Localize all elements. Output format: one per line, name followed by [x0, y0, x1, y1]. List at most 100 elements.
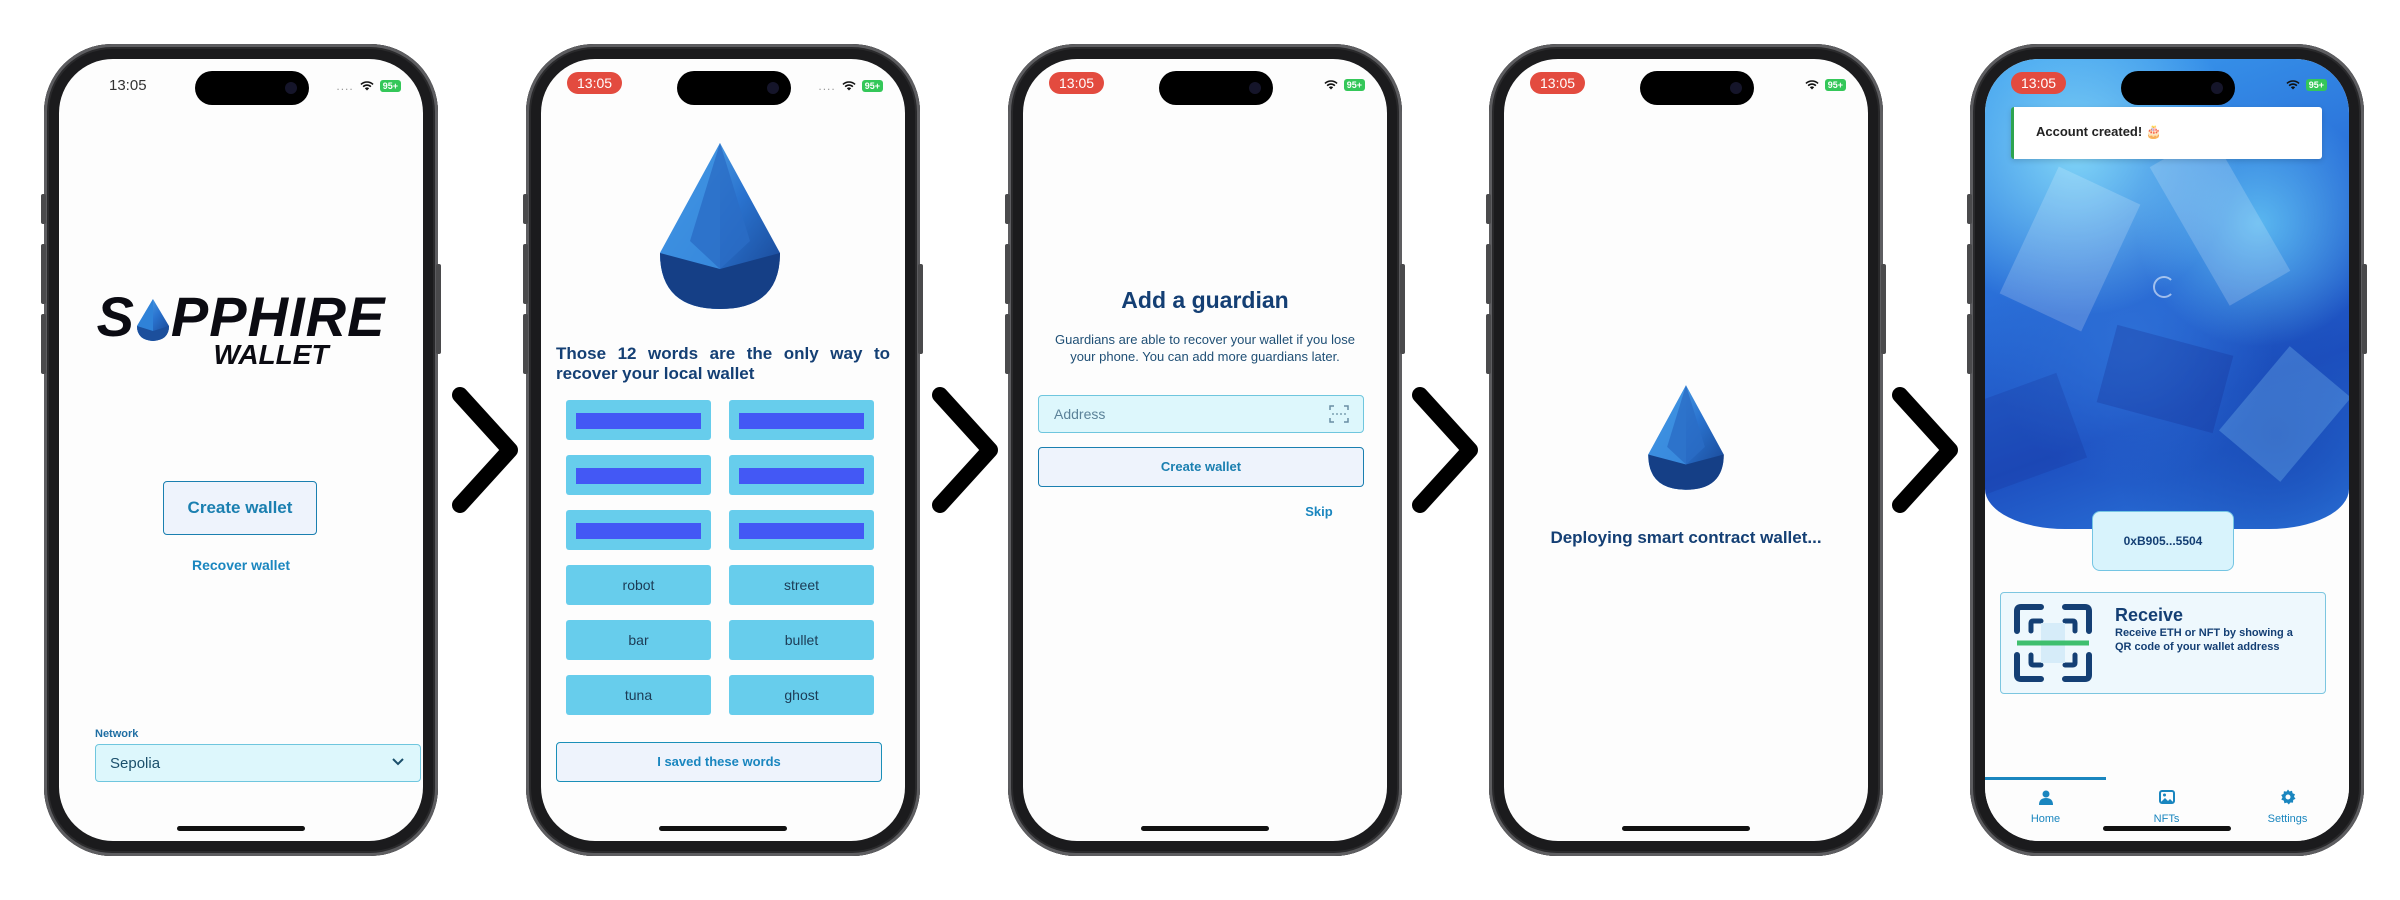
network-select[interactable]: Sepolia	[95, 744, 421, 782]
phone-home: 13:05 95+ Account created! 🎂 0xB905...55…	[1967, 44, 2367, 856]
word-cell-hidden	[566, 455, 711, 495]
hidden-word-mask	[576, 413, 701, 429]
tab-nfts-label: NFTs	[2153, 813, 2180, 825]
create-wallet-button[interactable]: Create wallet	[163, 481, 317, 535]
gear-icon	[2280, 789, 2295, 805]
dynamic-island	[677, 71, 791, 105]
dynamic-island	[195, 71, 309, 105]
tab-home-label: Home	[2030, 813, 2061, 825]
toast-message: Account created! 🎂	[2036, 124, 2162, 139]
user-icon	[2038, 790, 2053, 805]
wifi-icon	[842, 81, 856, 91]
phone-add-guardian: 13:05 95+ Add a guardian Guardians are a…	[1005, 44, 1405, 856]
wifi-icon	[1324, 80, 1338, 90]
wifi-icon	[2286, 80, 2300, 90]
deploying-status: Deploying smart contract wallet...	[1550, 528, 1822, 547]
app-logo: S PPHIRE WALLET	[59, 284, 423, 371]
word-cell: tuna	[566, 675, 711, 715]
chevron-right-icon	[1892, 387, 1958, 513]
image-icon	[2158, 790, 2175, 804]
sapphire-drop-icon	[1648, 385, 1724, 490]
wifi-icon	[1805, 80, 1819, 90]
screen-deploying: 13:05 95+ Deploying smart contract walle…	[1504, 59, 1868, 841]
page-title: Add a guardian	[1121, 287, 1289, 313]
home-indicator	[1141, 826, 1269, 831]
status-time: 13:05	[1530, 72, 1586, 94]
hidden-word-mask	[576, 523, 701, 539]
hidden-word-mask	[739, 413, 864, 429]
tab-settings-label: Settings	[2267, 813, 2308, 825]
active-tab-indicator	[1985, 777, 2106, 780]
status-indicators: .... 95+	[818, 79, 883, 93]
chevron-right-icon	[452, 387, 518, 513]
screen-add-guardian: 13:05 95+ Add a guardian Guardians are a…	[1023, 59, 1387, 841]
hidden-word-mask	[739, 468, 864, 484]
word-cell: robot	[566, 565, 711, 605]
wifi-icon	[360, 81, 374, 91]
bottom-tab-bar: Home NFTs Settings	[1985, 777, 2349, 841]
network-value: Sepolia	[110, 755, 161, 772]
word-cell: bar	[566, 620, 711, 660]
word-cell-hidden	[566, 400, 711, 440]
create-wallet-label: Create wallet	[1160, 459, 1242, 474]
signal-icon: ....	[818, 79, 836, 93]
battery-icon: 95+	[2305, 79, 2327, 91]
status-indicators: 95+	[1324, 79, 1365, 91]
receive-description: Receive ETH or NFT by showing a QR code …	[2115, 627, 2293, 653]
dynamic-island	[2121, 71, 2235, 105]
word-cell: bullet	[729, 620, 874, 660]
guardian-description: Guardians are able to recover your walle…	[1055, 332, 1355, 364]
chevron-right-icon	[1412, 387, 1478, 513]
phone-backup-words: 13:05 .... 95+ Those 12 words are the on…	[523, 44, 923, 856]
address-placeholder: Address	[1054, 406, 1106, 422]
word-cell-hidden	[729, 510, 874, 550]
network-label: Network	[95, 728, 139, 740]
tab-home[interactable]: Home	[1985, 789, 2106, 825]
create-wallet-button[interactable]: Create wallet	[1038, 447, 1364, 487]
status-time: 13:05	[567, 72, 623, 94]
home-indicator	[2103, 826, 2231, 831]
screen-onboarding: 13:05 .... 95+ S PPHIRE WALLET Create wal…	[59, 59, 423, 841]
logo-letter-s: S	[96, 285, 135, 348]
status-indicators: .... 95+	[336, 79, 401, 93]
qr-scan-icon[interactable]	[1329, 405, 1349, 423]
tab-nfts[interactable]: NFTs	[2106, 789, 2227, 825]
hidden-word-mask	[739, 523, 864, 539]
skip-link[interactable]: Skip	[1299, 504, 1339, 519]
chevron-down-icon	[392, 758, 404, 766]
signal-icon: ....	[336, 79, 354, 93]
backup-heading: Those 12 words are the only way to recov…	[556, 344, 890, 383]
battery-icon: 95+	[1343, 79, 1365, 91]
battery-icon: 95+	[861, 80, 883, 92]
home-indicator	[177, 826, 305, 831]
dynamic-island	[1640, 71, 1754, 105]
saved-words-button[interactable]: I saved these words	[556, 742, 882, 782]
qr-scan-icon	[2014, 604, 2092, 682]
screen-backup-words: 13:05 .... 95+ Those 12 words are the on…	[541, 59, 905, 841]
phone-deploying: 13:05 95+ Deploying smart contract walle…	[1486, 44, 1886, 856]
status-indicators: 95+	[2286, 79, 2327, 91]
battery-icon: 95+	[379, 80, 401, 92]
receive-card[interactable]: Receive Receive ETH or NFT by showing a …	[2000, 592, 2326, 694]
sapphire-drop-icon	[136, 299, 169, 341]
sapphire-drop-icon	[660, 143, 780, 309]
status-indicators: 95+	[1805, 79, 1846, 91]
word-cell-hidden	[729, 400, 874, 440]
hidden-word-mask	[576, 468, 701, 484]
status-time: 13:05	[109, 77, 147, 94]
home-indicator	[659, 826, 787, 831]
receive-title: Receive	[2115, 605, 2184, 625]
word-cell-hidden	[566, 510, 711, 550]
phone-onboarding: 13:05 .... 95+ S PPHIRE WALLET Create wal…	[41, 44, 441, 856]
screen-home: 13:05 95+ Account created! 🎂 0xB905...55…	[1985, 59, 2349, 841]
status-time: 13:05	[2011, 72, 2067, 94]
battery-icon: 95+	[1824, 79, 1846, 91]
create-wallet-label: Create wallet	[187, 498, 293, 517]
wallet-address-chip[interactable]: 0xB905...5504	[2092, 511, 2234, 571]
home-indicator	[1622, 826, 1750, 831]
recover-wallet-link[interactable]: Recover wallet	[59, 557, 423, 573]
guardian-address-input[interactable]: Address	[1038, 395, 1364, 433]
loading-spinner-icon	[2153, 276, 2175, 298]
toast-notification[interactable]: Account created! 🎂	[2011, 107, 2322, 159]
tab-settings[interactable]: Settings	[2227, 789, 2348, 825]
